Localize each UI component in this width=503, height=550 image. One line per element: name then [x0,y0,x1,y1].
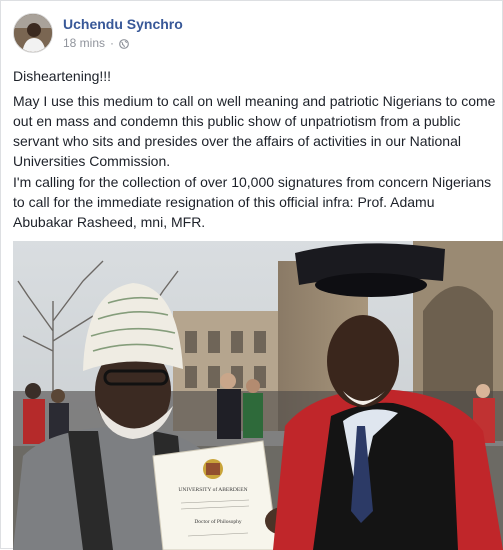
author-name[interactable]: Uchendu Synchro [63,16,183,32]
degree-certificate: UNIVERSITY of ABERDEEN Doctor of Philoso… [152,440,279,550]
globe-icon[interactable] [119,38,129,49]
avatar-photo [14,14,52,52]
post-text-paragraph-2: May I use this medium to call on well me… [13,93,496,169]
post-text-paragraph-3: I'm calling for the collection of over 1… [13,174,492,230]
facebook-post: Uchendu Synchro 18 mins · Disheartening!… [0,0,503,550]
post-meta: 18 mins · [63,36,129,50]
post-photo[interactable]: UNIVERSITY of ABERDEEN Doctor of Philoso… [13,241,503,550]
certificate-heading: UNIVERSITY of ABERDEEN [178,486,247,493]
meta-separator: · [110,36,115,50]
graduation-photo: UNIVERSITY of ABERDEEN Doctor of Philoso… [13,241,503,550]
post-text-line-1: Disheartening!!! [13,68,112,84]
certificate-degree: Doctor of Philosophy [194,518,242,525]
post-timestamp[interactable]: 18 mins [63,36,105,50]
author-avatar[interactable] [13,13,53,53]
